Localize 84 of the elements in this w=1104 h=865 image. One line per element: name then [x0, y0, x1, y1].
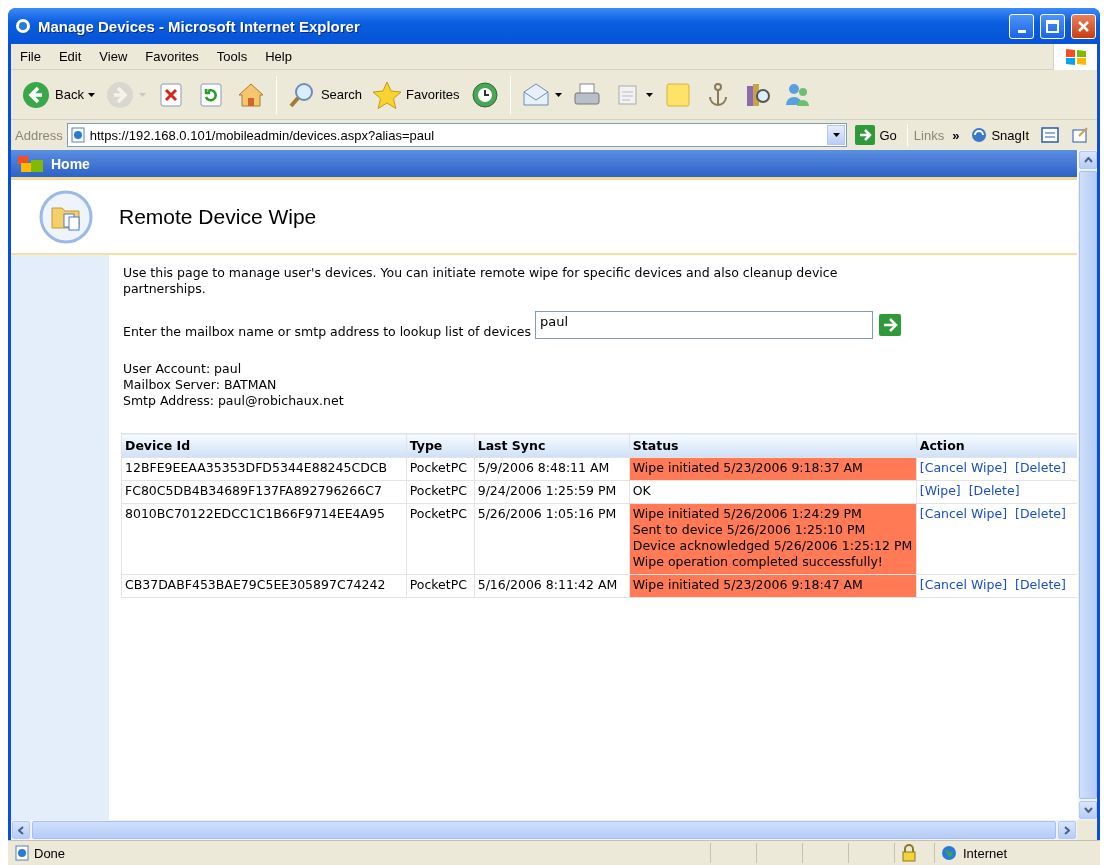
table-cell: PocketPC [406, 457, 475, 481]
menu-item[interactable]: Favorites [136, 49, 208, 64]
scroll-up-icon [1083, 157, 1093, 163]
address-field[interactable]: https://192.168.0.101/mobileadmin/devices.aspx?alias=paul [89, 127, 824, 143]
action-link[interactable]: [Delete] [1015, 577, 1066, 592]
window-title: Manage Devices - Microsoft Internet Explorer [38, 17, 361, 35]
menu-item[interactable]: View [90, 49, 137, 64]
page-title: Remote Device Wipe [119, 204, 317, 229]
swirl-icon [971, 127, 988, 143]
caret-icon [554, 92, 562, 97]
account-info: Mailbox Server: BATMAN [123, 377, 278, 393]
table-cell: PocketPC [406, 503, 475, 575]
back-button[interactable]: Back [19, 77, 97, 112]
lookup-label: Enter the mailbox name or smtp address to lookup list of devices [123, 324, 532, 339]
action-link[interactable]: [Delete] [1015, 506, 1066, 521]
table-cell: 8010BC70122EDCC1C1B66F9714EE4A95 [121, 503, 407, 575]
status-cell-highlighted: Wipe initiated 5/23/2006 9:18:47 AM [629, 574, 917, 598]
scroll-left-icon [18, 825, 24, 835]
horizontal-scrollbar[interactable] [11, 820, 1077, 840]
minimize-icon [1017, 29, 1026, 33]
zone-text: Internet [963, 845, 1008, 861]
page-icon [69, 127, 86, 143]
address-box[interactable]: https://192.168.0.101/mobileadmin/devices.aspx?alias=paul [66, 123, 848, 147]
action-link[interactable]: [Wipe] [919, 483, 961, 498]
menu-item[interactable]: File [11, 49, 50, 64]
action-link[interactable]: [Delete] [1015, 460, 1066, 475]
action-link[interactable]: [Cancel Wipe] [919, 460, 1008, 475]
action-link[interactable]: [Cancel Wipe] [919, 577, 1008, 592]
account-info: Smtp Address: paul@robichaux.net [123, 393, 345, 409]
page-icon [14, 845, 30, 861]
close-icon [1077, 19, 1090, 33]
action-link[interactable]: [Delete] [968, 483, 1020, 498]
column-header: Device Id [121, 433, 407, 458]
status-cell: OK [629, 480, 917, 504]
star-icon [372, 79, 403, 110]
scroll-right-icon [1064, 825, 1070, 835]
table-cell: 12BFE9EEAA35353DFD5344E88245CDCB [121, 457, 407, 481]
menu-item[interactable]: Help [256, 49, 301, 64]
caret-icon [832, 133, 840, 137]
links-chevron[interactable]: » [948, 127, 964, 143]
table-cell: CB37DABF453BAE79C5EE305897C74242 [121, 574, 407, 598]
status-cell-highlighted: Wipe initiated 5/23/2006 9:18:37 AM [629, 457, 917, 481]
address-label: Address [15, 127, 63, 143]
menu-item[interactable]: Edit [49, 49, 91, 64]
intro-text: Use this page to manage user's devices. You can initiate remote wipe for specific devices and also cleanup device partnerships. [123, 265, 839, 297]
table-cell: 5/26/2006 1:05:16 PM [474, 503, 630, 575]
column-header: Status [629, 433, 917, 458]
menu-item[interactable]: Tools [207, 49, 257, 64]
status-cell-highlighted: Wipe initiated 5/26/2006 1:24:29 PM Sent to device 5/26/2006 1:25:10 PM Device acknowledged 5/26/2006 1:25:12 PM Wipe operation completed successfully! [629, 503, 917, 575]
caret-icon [87, 92, 95, 97]
table-cell: 9/24/2006 1:25:59 PM [474, 480, 630, 504]
window-capture-icon [1041, 126, 1059, 144]
edit-page-icon [1071, 126, 1089, 144]
scroll-down-icon [1083, 807, 1093, 813]
status-text: Done [34, 845, 67, 861]
favorites-button[interactable]: Favorites [370, 77, 462, 112]
column-header: Action [916, 433, 1077, 458]
history-clock-icon [469, 79, 500, 110]
mailbox-field[interactable]: paul [535, 311, 874, 339]
folder-documents-icon [39, 189, 93, 244]
table-cell: FC80C5DB4B34689F137FA892796266C7 [121, 480, 407, 504]
links-label: Links [913, 127, 945, 143]
table-cell: PocketPC [406, 574, 475, 598]
link-button[interactable]: SnagIt [967, 127, 1033, 143]
go-button[interactable]: Go [851, 125, 901, 145]
action-link[interactable]: [Cancel Wipe] [919, 506, 1008, 521]
caret-icon [138, 92, 146, 97]
table-cell: 5/16/2006 8:11:42 AM [474, 574, 630, 598]
close-button[interactable] [1071, 13, 1096, 39]
globe-icon [941, 845, 957, 861]
maximize-button[interactable] [1040, 13, 1065, 39]
minimize-button[interactable] [1009, 13, 1034, 39]
column-header: Type [406, 433, 475, 458]
table-cell: PocketPC [406, 480, 475, 504]
maximize-icon [1046, 19, 1059, 33]
browser-logo-icon [14, 17, 32, 35]
account-info: User Account: paul [123, 361, 243, 377]
table-cell: 5/9/2006 8:48:11 AM [474, 457, 630, 481]
dropdown-button[interactable] [827, 125, 846, 145]
search-button[interactable]: Search [284, 77, 365, 112]
home-link[interactable]: Home [51, 155, 90, 172]
caret-icon [645, 92, 653, 97]
vertical-scrollbar[interactable] [1077, 150, 1097, 820]
column-header: Last Sync [474, 433, 630, 458]
